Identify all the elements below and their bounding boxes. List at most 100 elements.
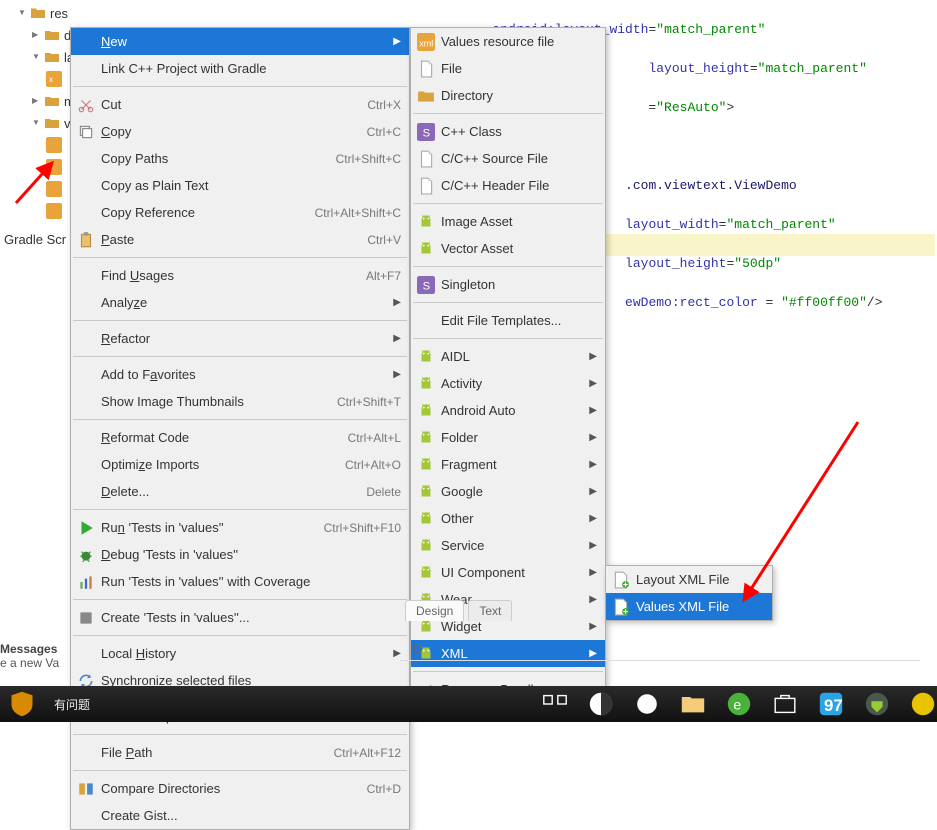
menu-shortcut: Ctrl+D <box>367 782 401 796</box>
menu-item[interactable]: SSingleton <box>411 271 605 298</box>
menu-item[interactable]: File <box>411 55 605 82</box>
menu-item[interactable]: Refactor ▶ <box>71 325 409 352</box>
menu-item[interactable]: Run 'Tests in 'values'' with Coverage <box>71 568 409 595</box>
menu-item[interactable]: File PathCtrl+Alt+F12 <box>71 739 409 766</box>
blank-icon <box>417 312 435 330</box>
app-icon[interactable] <box>633 690 661 718</box>
submenu-arrow-icon: ▶ <box>589 540 597 551</box>
menu-item[interactable]: PasteCtrl+V <box>71 226 409 253</box>
tree-toggle[interactable]: ▼ <box>32 118 42 128</box>
menu-item[interactable]: Compare DirectoriesCtrl+D <box>71 775 409 802</box>
menu-item[interactable]: Delete...Delete <box>71 478 409 505</box>
folder-icon <box>417 87 435 105</box>
folder-icon[interactable] <box>679 690 707 718</box>
android-studio-icon[interactable] <box>863 690 891 718</box>
messages-header: Messages <box>0 642 59 656</box>
menu-item[interactable]: Copy ReferenceCtrl+Alt+Shift+C <box>71 199 409 226</box>
menu-item[interactable]: Edit File Templates... <box>411 307 605 334</box>
menu-item[interactable]: Service▶ <box>411 532 605 559</box>
folder-icon <box>44 115 60 131</box>
menu-item[interactable]: CopyCtrl+C <box>71 118 409 145</box>
tab-design[interactable]: Design <box>405 600 464 621</box>
svg-text:e: e <box>733 697 741 713</box>
menu-item[interactable]: XML▶ <box>411 640 605 667</box>
menu-item[interactable]: Add to Favorites▶ <box>71 361 409 388</box>
menu-item[interactable]: Local History▶ <box>71 640 409 667</box>
menu-item[interactable]: New▶ <box>71 28 409 55</box>
menu-item-label: Local History <box>101 646 387 661</box>
blank-icon <box>77 366 95 384</box>
menu-item-label: Debug 'Tests in 'values'' <box>101 547 401 562</box>
cut-icon <box>77 96 95 114</box>
menu-item[interactable]: Copy PathsCtrl+Shift+C <box>71 145 409 172</box>
menu-item-label: Google <box>441 484 583 499</box>
menu-item[interactable]: Image Asset <box>411 208 605 235</box>
menu-item[interactable]: Fragment▶ <box>411 451 605 478</box>
menu-item[interactable]: Folder▶ <box>411 424 605 451</box>
submenu-arrow-icon: ▶ <box>393 297 401 308</box>
menu-item[interactable]: Directory <box>411 82 605 109</box>
menu-item[interactable]: Other▶ <box>411 505 605 532</box>
menu-item[interactable]: Debug 'Tests in 'values'' <box>71 541 409 568</box>
menu-item[interactable]: Google ▶ <box>411 478 605 505</box>
file-icon <box>417 60 435 78</box>
menu-item[interactable]: Run 'Tests in 'values''Ctrl+Shift+F10 <box>71 514 409 541</box>
submenu-arrow-icon: ▶ <box>589 486 597 497</box>
menu-item-label: Copy Reference <box>101 205 309 220</box>
menu-item[interactable]: Link C++ Project with Gradle <box>71 55 409 82</box>
menu-separator <box>413 203 603 204</box>
menu-item[interactable]: Android Auto▶ <box>411 397 605 424</box>
menu-item[interactable]: xmlValues resource file <box>411 28 605 55</box>
menu-item[interactable]: Create Gist... <box>71 802 409 829</box>
menu-item[interactable]: CutCtrl+X <box>71 91 409 118</box>
tree-toggle[interactable]: ▼ <box>32 52 42 62</box>
menu-item-label: Refactor <box>101 331 387 346</box>
s-icon: S <box>417 123 435 141</box>
store-icon[interactable] <box>771 690 799 718</box>
tree-toggle[interactable]: ▼ <box>18 8 28 18</box>
tab-text[interactable]: Text <box>468 600 512 621</box>
menu-item[interactable]: C/C++ Source File <box>411 145 605 172</box>
square-icon <box>77 609 95 627</box>
folder-icon <box>44 93 60 109</box>
menu-item[interactable]: Analyze▶ <box>71 289 409 316</box>
menu-item[interactable]: Create 'Tests in 'values''... <box>71 604 409 631</box>
menu-item[interactable]: Reformat CodeCtrl+Alt+L <box>71 424 409 451</box>
menu-shortcut: Ctrl+Shift+F10 <box>324 521 401 535</box>
menu-item-label: Create Gist... <box>101 808 401 823</box>
menu-item[interactable]: SC++ Class <box>411 118 605 145</box>
menu-item[interactable]: Vector Asset <box>411 235 605 262</box>
menu-separator <box>73 419 407 420</box>
task-view-icon[interactable] <box>541 690 569 718</box>
menu-item[interactable]: AIDL▶ <box>411 343 605 370</box>
tree-toggle[interactable]: ▶ <box>32 30 42 40</box>
submenu-arrow-icon: ▶ <box>393 333 401 344</box>
app-icon[interactable] <box>587 690 615 718</box>
submenu-arrow-icon: ▶ <box>589 351 597 362</box>
app-icon[interactable]: 97 <box>817 690 845 718</box>
blank-icon <box>77 267 95 285</box>
menu-item[interactable]: Activity▶ <box>411 370 605 397</box>
svg-text:97: 97 <box>824 696 843 715</box>
menu-item-label: Directory <box>441 88 597 103</box>
edge-icon[interactable]: e <box>725 690 753 718</box>
menu-item[interactable]: Show Image ThumbnailsCtrl+Shift+T <box>71 388 409 415</box>
app-icon[interactable] <box>909 690 937 718</box>
menu-separator <box>413 671 603 672</box>
menu-item-label: Values resource file <box>441 34 597 49</box>
blank-icon <box>77 483 95 501</box>
tree-toggle[interactable]: ▶ <box>32 96 42 106</box>
menu-item[interactable]: Copy as Plain Text <box>71 172 409 199</box>
menu-item[interactable]: UI Component▶ <box>411 559 605 586</box>
menu-shortcut: Ctrl+V <box>367 233 401 247</box>
taskbar[interactable]: 有问题 e 97 <box>0 686 937 722</box>
menu-item[interactable]: Find UsagesAlt+F7 <box>71 262 409 289</box>
menu-item[interactable]: C/C++ Header File <box>411 172 605 199</box>
blank-icon <box>77 645 95 663</box>
folder-icon <box>30 5 46 21</box>
tree-item[interactable]: ▼ res <box>0 2 230 24</box>
menu-item[interactable]: Optimize ImportsCtrl+Alt+O <box>71 451 409 478</box>
editor-tabs: Design Text <box>405 600 512 621</box>
xml-file-icon <box>46 137 62 153</box>
tree-label: Gradle Scr <box>4 232 66 247</box>
